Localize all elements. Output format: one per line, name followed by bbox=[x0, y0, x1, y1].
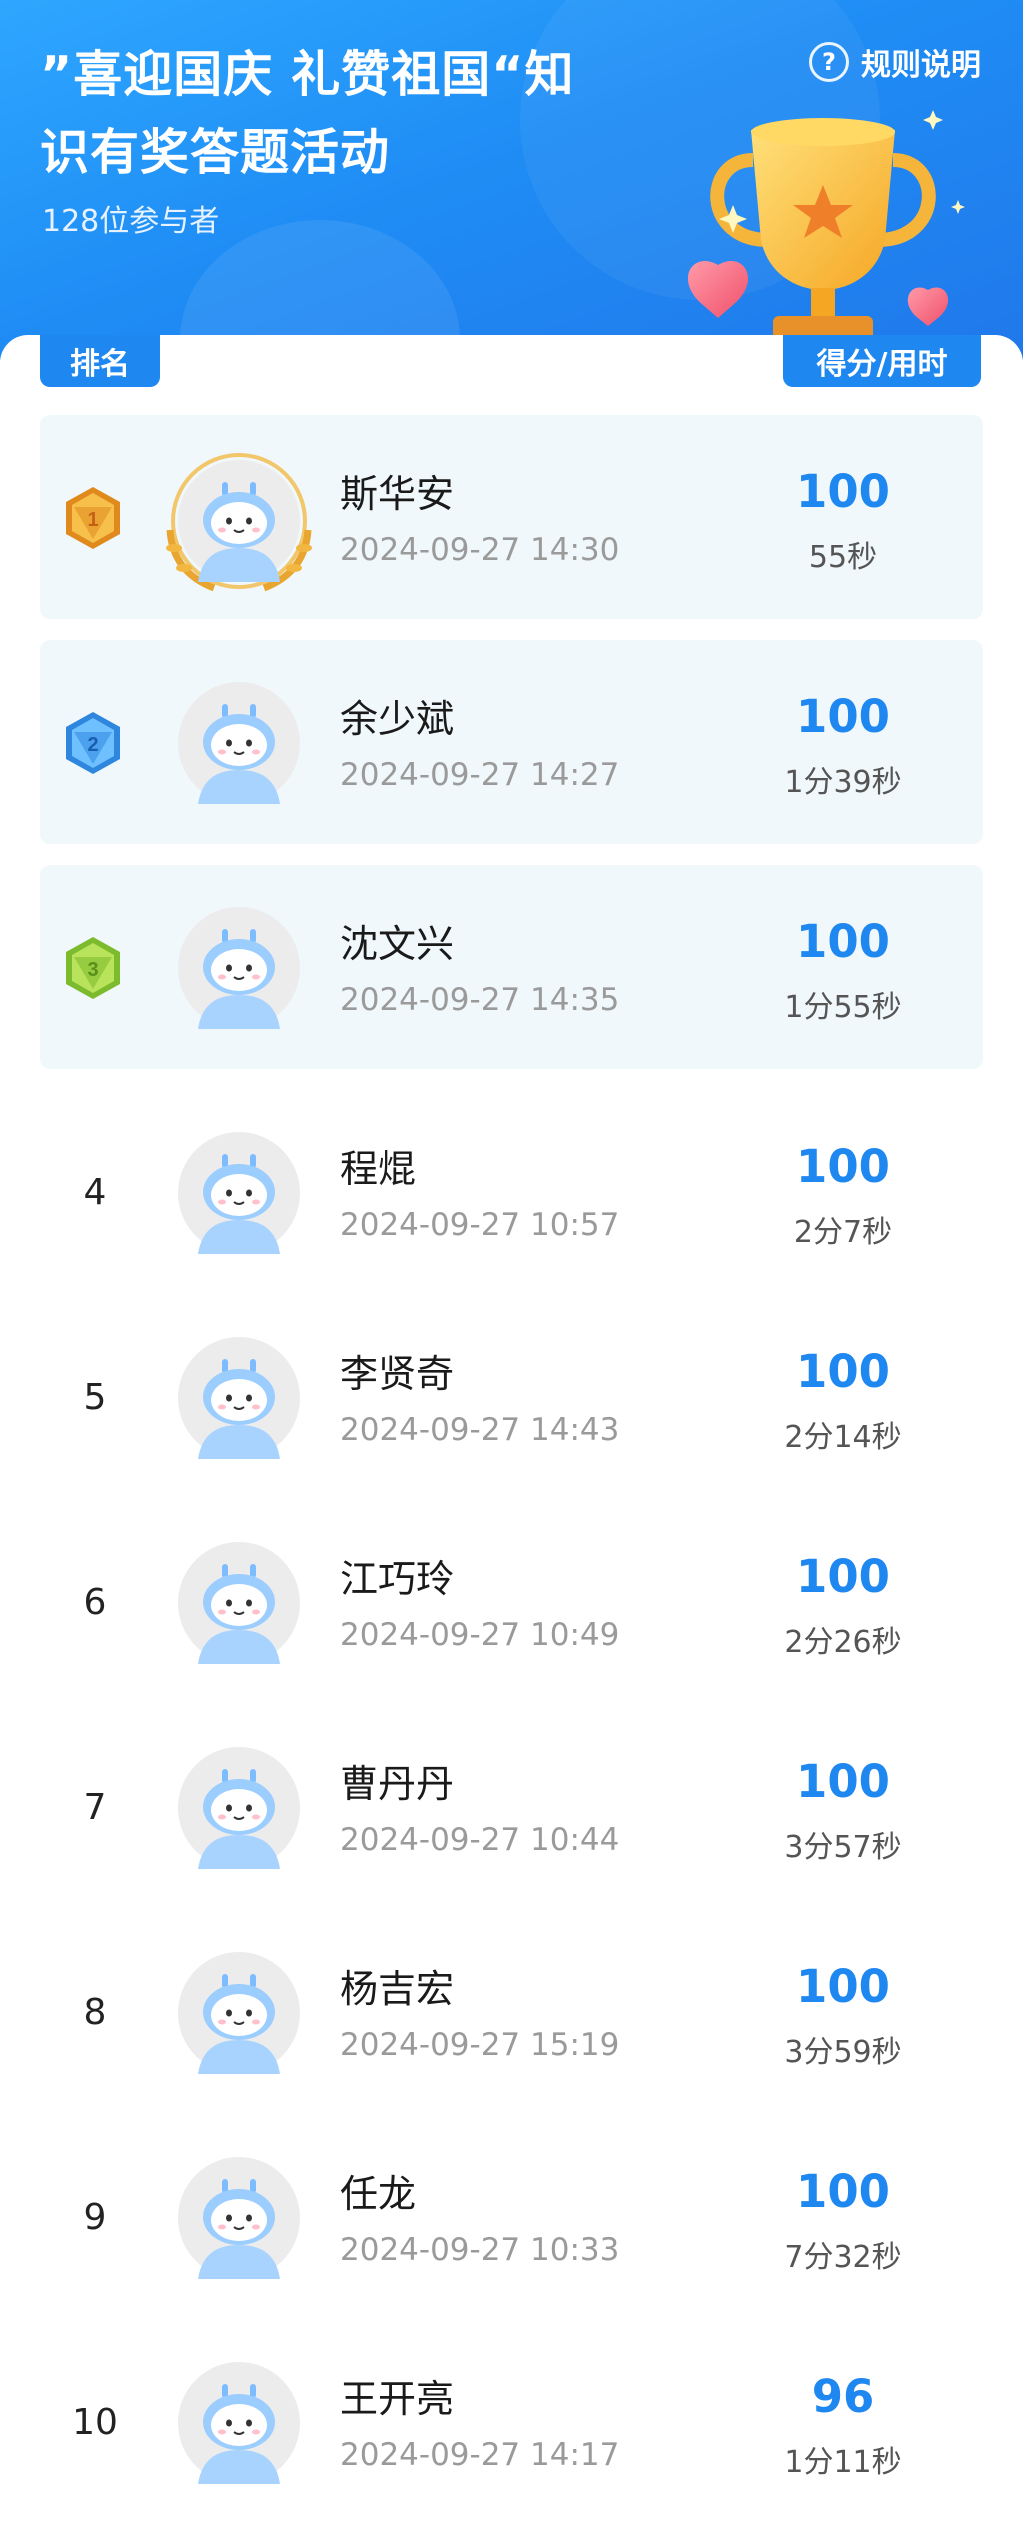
score-value: 100 bbox=[796, 690, 890, 743]
ranking-row: 9 任龙 2024-09-27 10:33 100 7分32秒 bbox=[40, 2115, 983, 2319]
page-title: ”喜迎国庆 礼赞祖国“知识有奖答题活动 bbox=[40, 46, 575, 181]
medal-rank: 3 bbox=[87, 959, 98, 981]
rank-number: 7 bbox=[83, 1786, 107, 1828]
participant-name: 斯华安 bbox=[340, 472, 455, 516]
rank-number: 4 bbox=[83, 1171, 107, 1213]
submit-time: 2024-09-27 14:43 bbox=[340, 1412, 620, 1448]
duration-value: 2分14秒 bbox=[784, 1420, 902, 1455]
submit-time: 2024-09-27 10:33 bbox=[340, 2232, 620, 2268]
rank-number: 6 bbox=[83, 1581, 107, 1623]
rules-button[interactable]: ? 规则说明 bbox=[809, 40, 981, 84]
participant-name: 王开亮 bbox=[340, 2377, 455, 2421]
rank-number: 9 bbox=[83, 2196, 107, 2238]
medal-rank: 1 bbox=[87, 509, 98, 531]
score-value: 100 bbox=[796, 1550, 890, 1603]
ranking-row: 10 王开亮 2024-09-27 14:17 96 1分11秒 bbox=[40, 2320, 983, 2524]
ranking-row: 7 曹丹丹 2024-09-27 10:44 100 3分57秒 bbox=[40, 1705, 983, 1909]
rank-number: 10 bbox=[72, 2401, 118, 2443]
question-circle-icon: ? bbox=[809, 42, 849, 82]
submit-time: 2024-09-27 14:17 bbox=[340, 2437, 620, 2473]
duration-value: 55秒 bbox=[808, 540, 878, 575]
ranking-row: 1 斯华安 2024-09-27 14:30 100 55秒 bbox=[40, 415, 983, 619]
participant-name: 任龙 bbox=[340, 2172, 417, 2216]
ranking-panel: 排名 得分/用时 1 斯华安 2024-09-27 14:30 100 55秒 2 余少斌 2… bbox=[0, 335, 1023, 2539]
participant-count: 128位参与者 bbox=[42, 204, 220, 239]
ranking-row: 2 余少斌 2024-09-27 14:27 100 1分39秒 bbox=[40, 640, 983, 844]
rank-number: 8 bbox=[83, 1991, 107, 2033]
duration-value: 1分39秒 bbox=[784, 765, 902, 800]
avatar bbox=[178, 1747, 300, 1869]
trophy-icon bbox=[687, 110, 965, 342]
submit-time: 2024-09-27 10:57 bbox=[340, 1207, 620, 1243]
avatar bbox=[178, 1132, 300, 1254]
rank-column-header: 排名 bbox=[40, 335, 160, 387]
participant-name: 杨吉宏 bbox=[340, 1967, 455, 2011]
score-value: 100 bbox=[796, 915, 890, 968]
duration-value: 2分26秒 bbox=[784, 1625, 902, 1660]
participant-name: 曹丹丹 bbox=[340, 1762, 455, 1806]
submit-time: 2024-09-27 15:19 bbox=[340, 2027, 620, 2063]
duration-value: 1分55秒 bbox=[784, 990, 902, 1025]
ranking-row: 4 程焜 2024-09-27 10:57 100 2分7秒 bbox=[40, 1090, 983, 1294]
score-value: 100 bbox=[796, 2165, 890, 2218]
duration-value: 3分59秒 bbox=[784, 2035, 902, 2070]
blue-medal-icon: 2 bbox=[66, 712, 120, 774]
submit-time: 2024-09-27 14:30 bbox=[340, 532, 620, 568]
avatar bbox=[178, 2362, 300, 2484]
score-value: 96 bbox=[811, 2370, 875, 2423]
submit-time: 2024-09-27 10:49 bbox=[340, 1617, 620, 1653]
submit-time: 2024-09-27 14:27 bbox=[340, 757, 620, 793]
duration-value: 1分11秒 bbox=[784, 2445, 902, 2480]
submit-time: 2024-09-27 14:35 bbox=[340, 982, 620, 1018]
avatar bbox=[178, 1952, 300, 2074]
avatar bbox=[166, 453, 312, 592]
score-value: 100 bbox=[796, 465, 890, 518]
score-column-header: 得分/用时 bbox=[783, 335, 981, 387]
ranking-row: 6 江巧玲 2024-09-27 10:49 100 2分26秒 bbox=[40, 1500, 983, 1704]
score-value: 100 bbox=[796, 1345, 890, 1398]
participant-name: 余少斌 bbox=[340, 697, 455, 741]
submit-time: 2024-09-27 10:44 bbox=[340, 1822, 620, 1858]
header-banner: ”喜迎国庆 礼赞祖国“知识有奖答题活动 128位参与者 ? 规则说明 bbox=[0, 0, 1023, 360]
ranking-row: 3 沈文兴 2024-09-27 14:35 100 1分55秒 bbox=[40, 865, 983, 1069]
avatar bbox=[178, 1337, 300, 1459]
green-medal-icon: 3 bbox=[66, 937, 120, 999]
ranking-row: 5 李贤奇 2024-09-27 14:43 100 2分14秒 bbox=[40, 1295, 983, 1499]
medal-rank: 2 bbox=[87, 734, 98, 756]
avatar bbox=[178, 907, 300, 1029]
avatar bbox=[178, 682, 300, 804]
duration-value: 7分32秒 bbox=[784, 2240, 902, 2275]
avatar bbox=[178, 2157, 300, 2279]
score-value: 100 bbox=[796, 1755, 890, 1808]
ranking-row: 8 杨吉宏 2024-09-27 15:19 100 3分59秒 bbox=[40, 1910, 983, 2114]
rank-number: 5 bbox=[83, 1376, 107, 1418]
rules-label: 规则说明 bbox=[861, 48, 981, 83]
participant-name: 李贤奇 bbox=[340, 1352, 455, 1396]
score-value: 100 bbox=[796, 1140, 890, 1193]
participant-name: 沈文兴 bbox=[340, 922, 455, 966]
score-value: 100 bbox=[796, 1960, 890, 2013]
duration-value: 3分57秒 bbox=[784, 1830, 902, 1865]
gold-medal-icon: 1 bbox=[66, 487, 120, 549]
participant-name: 程焜 bbox=[340, 1147, 417, 1191]
participant-name: 江巧玲 bbox=[340, 1557, 455, 1601]
avatar bbox=[178, 1542, 300, 1664]
duration-value: 2分7秒 bbox=[793, 1215, 893, 1250]
